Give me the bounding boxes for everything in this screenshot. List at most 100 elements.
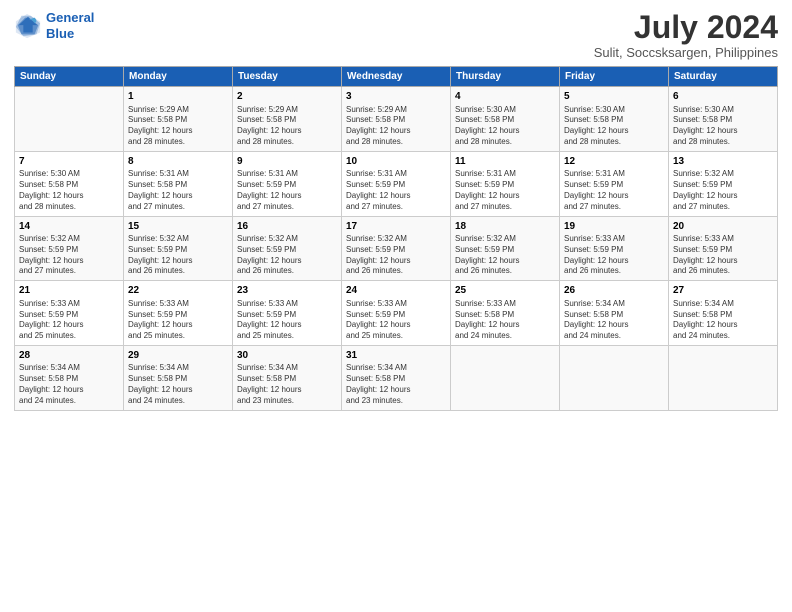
day-info: Sunrise: 5:29 AM Sunset: 5:58 PM Dayligh… [237, 105, 337, 148]
day-info: Sunrise: 5:32 AM Sunset: 5:59 PM Dayligh… [455, 234, 555, 277]
calendar-cell [669, 345, 778, 410]
day-number: 31 [346, 349, 446, 363]
col-header-wednesday: Wednesday [342, 67, 451, 87]
day-info: Sunrise: 5:33 AM Sunset: 5:59 PM Dayligh… [673, 234, 773, 277]
week-row-1: 1Sunrise: 5:29 AM Sunset: 5:58 PM Daylig… [15, 87, 778, 152]
week-row-4: 21Sunrise: 5:33 AM Sunset: 5:59 PM Dayli… [15, 281, 778, 346]
day-number: 2 [237, 90, 337, 104]
calendar-cell: 19Sunrise: 5:33 AM Sunset: 5:59 PM Dayli… [560, 216, 669, 281]
day-number: 26 [564, 284, 664, 298]
calendar-cell: 22Sunrise: 5:33 AM Sunset: 5:59 PM Dayli… [124, 281, 233, 346]
day-info: Sunrise: 5:34 AM Sunset: 5:58 PM Dayligh… [346, 363, 446, 406]
calendar-cell: 29Sunrise: 5:34 AM Sunset: 5:58 PM Dayli… [124, 345, 233, 410]
day-number: 25 [455, 284, 555, 298]
day-number: 29 [128, 349, 228, 363]
day-number: 19 [564, 220, 664, 234]
calendar-cell: 14Sunrise: 5:32 AM Sunset: 5:59 PM Dayli… [15, 216, 124, 281]
day-number: 22 [128, 284, 228, 298]
day-number: 3 [346, 90, 446, 104]
calendar-cell: 28Sunrise: 5:34 AM Sunset: 5:58 PM Dayli… [15, 345, 124, 410]
calendar-cell [560, 345, 669, 410]
week-row-2: 7Sunrise: 5:30 AM Sunset: 5:58 PM Daylig… [15, 151, 778, 216]
day-number: 9 [237, 155, 337, 169]
day-info: Sunrise: 5:34 AM Sunset: 5:58 PM Dayligh… [128, 363, 228, 406]
subtitle: Sulit, Soccsksargen, Philippines [594, 45, 778, 60]
day-info: Sunrise: 5:32 AM Sunset: 5:59 PM Dayligh… [19, 234, 119, 277]
day-number: 15 [128, 220, 228, 234]
title-block: July 2024 Sulit, Soccsksargen, Philippin… [594, 10, 778, 60]
calendar-cell: 16Sunrise: 5:32 AM Sunset: 5:59 PM Dayli… [233, 216, 342, 281]
calendar-page: General Blue July 2024 Sulit, Soccsksarg… [0, 0, 792, 612]
calendar-cell: 20Sunrise: 5:33 AM Sunset: 5:59 PM Dayli… [669, 216, 778, 281]
calendar-cell: 6Sunrise: 5:30 AM Sunset: 5:58 PM Daylig… [669, 87, 778, 152]
week-row-3: 14Sunrise: 5:32 AM Sunset: 5:59 PM Dayli… [15, 216, 778, 281]
calendar-cell: 3Sunrise: 5:29 AM Sunset: 5:58 PM Daylig… [342, 87, 451, 152]
calendar-cell: 25Sunrise: 5:33 AM Sunset: 5:58 PM Dayli… [451, 281, 560, 346]
logo-line2: Blue [46, 26, 74, 41]
col-header-tuesday: Tuesday [233, 67, 342, 87]
day-info: Sunrise: 5:33 AM Sunset: 5:59 PM Dayligh… [128, 299, 228, 342]
col-header-saturday: Saturday [669, 67, 778, 87]
calendar-cell: 8Sunrise: 5:31 AM Sunset: 5:58 PM Daylig… [124, 151, 233, 216]
calendar-cell: 18Sunrise: 5:32 AM Sunset: 5:59 PM Dayli… [451, 216, 560, 281]
logo-icon [14, 12, 42, 40]
calendar-table: SundayMondayTuesdayWednesdayThursdayFrid… [14, 66, 778, 410]
calendar-cell: 27Sunrise: 5:34 AM Sunset: 5:58 PM Dayli… [669, 281, 778, 346]
day-number: 18 [455, 220, 555, 234]
day-info: Sunrise: 5:34 AM Sunset: 5:58 PM Dayligh… [673, 299, 773, 342]
day-info: Sunrise: 5:31 AM Sunset: 5:59 PM Dayligh… [564, 169, 664, 212]
calendar-cell: 1Sunrise: 5:29 AM Sunset: 5:58 PM Daylig… [124, 87, 233, 152]
logo-text: General Blue [46, 10, 94, 41]
calendar-cell [15, 87, 124, 152]
day-number: 11 [455, 155, 555, 169]
col-header-monday: Monday [124, 67, 233, 87]
header: General Blue July 2024 Sulit, Soccsksarg… [14, 10, 778, 60]
day-info: Sunrise: 5:33 AM Sunset: 5:59 PM Dayligh… [19, 299, 119, 342]
day-info: Sunrise: 5:32 AM Sunset: 5:59 PM Dayligh… [237, 234, 337, 277]
day-info: Sunrise: 5:31 AM Sunset: 5:58 PM Dayligh… [128, 169, 228, 212]
calendar-cell: 7Sunrise: 5:30 AM Sunset: 5:58 PM Daylig… [15, 151, 124, 216]
day-info: Sunrise: 5:30 AM Sunset: 5:58 PM Dayligh… [564, 105, 664, 148]
calendar-cell: 23Sunrise: 5:33 AM Sunset: 5:59 PM Dayli… [233, 281, 342, 346]
day-number: 12 [564, 155, 664, 169]
day-number: 20 [673, 220, 773, 234]
day-info: Sunrise: 5:32 AM Sunset: 5:59 PM Dayligh… [128, 234, 228, 277]
day-number: 5 [564, 90, 664, 104]
day-info: Sunrise: 5:32 AM Sunset: 5:59 PM Dayligh… [673, 169, 773, 212]
day-info: Sunrise: 5:30 AM Sunset: 5:58 PM Dayligh… [673, 105, 773, 148]
calendar-cell: 26Sunrise: 5:34 AM Sunset: 5:58 PM Dayli… [560, 281, 669, 346]
day-number: 24 [346, 284, 446, 298]
day-number: 10 [346, 155, 446, 169]
calendar-cell: 30Sunrise: 5:34 AM Sunset: 5:58 PM Dayli… [233, 345, 342, 410]
calendar-cell: 2Sunrise: 5:29 AM Sunset: 5:58 PM Daylig… [233, 87, 342, 152]
day-number: 23 [237, 284, 337, 298]
day-number: 21 [19, 284, 119, 298]
day-info: Sunrise: 5:34 AM Sunset: 5:58 PM Dayligh… [237, 363, 337, 406]
day-number: 17 [346, 220, 446, 234]
day-number: 7 [19, 155, 119, 169]
day-number: 14 [19, 220, 119, 234]
calendar-cell: 31Sunrise: 5:34 AM Sunset: 5:58 PM Dayli… [342, 345, 451, 410]
day-info: Sunrise: 5:34 AM Sunset: 5:58 PM Dayligh… [19, 363, 119, 406]
calendar-cell [451, 345, 560, 410]
day-number: 27 [673, 284, 773, 298]
calendar-cell: 24Sunrise: 5:33 AM Sunset: 5:59 PM Dayli… [342, 281, 451, 346]
col-header-thursday: Thursday [451, 67, 560, 87]
day-number: 8 [128, 155, 228, 169]
day-number: 1 [128, 90, 228, 104]
day-info: Sunrise: 5:33 AM Sunset: 5:59 PM Dayligh… [346, 299, 446, 342]
day-info: Sunrise: 5:33 AM Sunset: 5:59 PM Dayligh… [564, 234, 664, 277]
day-info: Sunrise: 5:29 AM Sunset: 5:58 PM Dayligh… [128, 105, 228, 148]
day-info: Sunrise: 5:31 AM Sunset: 5:59 PM Dayligh… [237, 169, 337, 212]
day-number: 4 [455, 90, 555, 104]
calendar-cell: 15Sunrise: 5:32 AM Sunset: 5:59 PM Dayli… [124, 216, 233, 281]
week-row-5: 28Sunrise: 5:34 AM Sunset: 5:58 PM Dayli… [15, 345, 778, 410]
day-info: Sunrise: 5:32 AM Sunset: 5:59 PM Dayligh… [346, 234, 446, 277]
day-number: 6 [673, 90, 773, 104]
day-number: 28 [19, 349, 119, 363]
calendar-cell: 10Sunrise: 5:31 AM Sunset: 5:59 PM Dayli… [342, 151, 451, 216]
calendar-cell: 12Sunrise: 5:31 AM Sunset: 5:59 PM Dayli… [560, 151, 669, 216]
day-info: Sunrise: 5:34 AM Sunset: 5:58 PM Dayligh… [564, 299, 664, 342]
calendar-cell: 9Sunrise: 5:31 AM Sunset: 5:59 PM Daylig… [233, 151, 342, 216]
header-row: SundayMondayTuesdayWednesdayThursdayFrid… [15, 67, 778, 87]
